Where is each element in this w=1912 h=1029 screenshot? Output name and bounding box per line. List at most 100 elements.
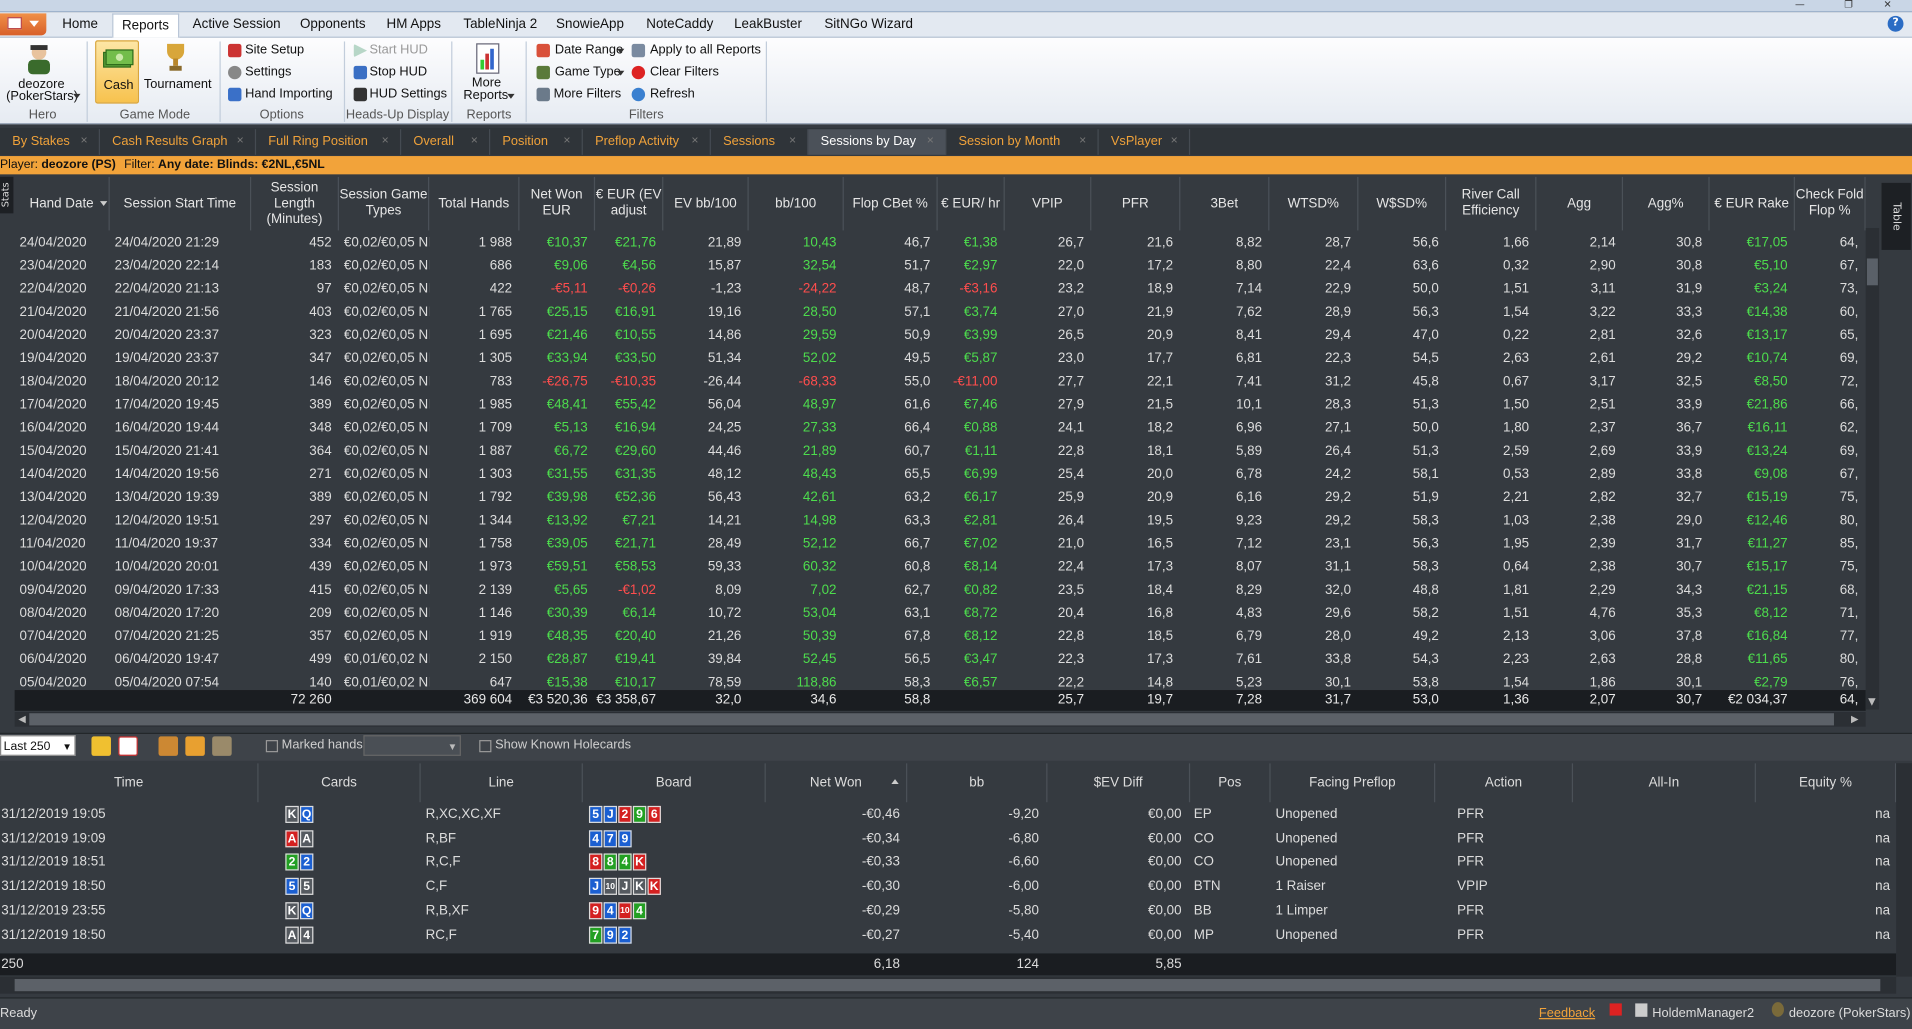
menu-tab-home[interactable]: Home: [54, 16, 107, 37]
hand-row[interactable]: 31/12/2019 18:50 5 5 C,F J 10 J K K -€0,30 -6,00 €0…: [0, 874, 1896, 898]
hands-header-5[interactable]: bb: [907, 763, 1048, 803]
hud-settings-button[interactable]: HUD Settings: [369, 87, 447, 102]
menu-tab-notecaddy[interactable]: NoteCaddy: [638, 16, 722, 37]
hands-header-4[interactable]: Net Won: [766, 763, 908, 803]
close-tab-icon[interactable]: ×: [80, 129, 87, 153]
close-tab-icon[interactable]: ×: [563, 129, 570, 153]
restore-icon[interactable]: ❐: [1833, 0, 1865, 11]
settings-button[interactable]: Settings: [245, 65, 291, 80]
date-range-button[interactable]: Date Range: [555, 43, 623, 58]
hands-header-11[interactable]: Equity %: [1756, 763, 1897, 803]
hero-avatar-icon[interactable]: [24, 43, 53, 75]
hands-header-2[interactable]: Line: [421, 763, 583, 803]
grid-header-8[interactable]: bb/100: [749, 176, 844, 231]
table-row[interactable]: 12/04/2020 12/04/2020 19:51 297 €0,02/€0,05…: [15, 510, 1866, 533]
trophy-icon[interactable]: [163, 41, 187, 73]
report-tab-session-by-month[interactable]: Session by Month ×: [946, 129, 1099, 155]
table-row[interactable]: 11/04/2020 11/04/2020 19:37 334 €0,02/€0,05…: [15, 533, 1866, 556]
report-tab-vsplayer[interactable]: VsPlayer ×: [1099, 129, 1191, 155]
close-tab-icon[interactable]: ×: [691, 129, 698, 153]
feedback-link[interactable]: Feedback: [1539, 1006, 1595, 1021]
apply-all-reports-button[interactable]: Apply to all Reports: [650, 43, 761, 58]
status-player[interactable]: deozore (PokerStars): [1789, 1006, 1911, 1021]
grid-header-19[interactable]: € EUR Rake: [1710, 176, 1795, 231]
grid-header-5[interactable]: Net Won EUR: [519, 176, 596, 231]
hand-row[interactable]: 31/12/2019 19:09 A A R,BF 4 7 9 -€0,34 -6,80 €0,0…: [0, 826, 1896, 850]
close-tab-icon[interactable]: ×: [789, 129, 796, 153]
refresh-button[interactable]: Refresh: [650, 87, 695, 102]
hero-site[interactable]: (PokerStars): [6, 89, 78, 104]
table-row[interactable]: 20/04/2020 20/04/2020 23:37 323 €0,02/€0,05…: [15, 324, 1866, 347]
scroll-left-icon[interactable]: ◀: [18, 713, 26, 724]
report-tab-position[interactable]: Position ×: [490, 129, 583, 155]
start-hud-button[interactable]: Start HUD: [369, 43, 427, 58]
grid-header-1[interactable]: Session Start Time: [110, 176, 252, 231]
sort-asc-icon[interactable]: [891, 779, 899, 784]
grid-header-2[interactable]: Session Length (Minutes): [251, 176, 339, 231]
hands-vertical-scrollbar[interactable]: [1896, 763, 1912, 977]
grid-view-icon[interactable]: [158, 736, 179, 756]
chart-view-icon[interactable]: [185, 736, 205, 756]
close-tab-icon[interactable]: ×: [471, 129, 478, 153]
stop-hud-button[interactable]: Stop HUD: [369, 65, 427, 80]
scroll-right-icon[interactable]: ▶: [1851, 713, 1859, 724]
rewind-icon[interactable]: [91, 736, 111, 756]
grid-vertical-scrollbar[interactable]: [1865, 227, 1880, 710]
table-row[interactable]: 14/04/2020 14/04/2020 19:56 271 €0,02/€0,05…: [15, 463, 1866, 486]
hands-header-0[interactable]: Time: [0, 763, 259, 803]
table-row[interactable]: 17/04/2020 17/04/2020 19:45 389 €0,02/€0,05…: [15, 394, 1866, 417]
menu-tab-opponents[interactable]: Opponents: [291, 16, 374, 37]
table-row[interactable]: 16/04/2020 16/04/2020 19:44 348 €0,02/€0,05…: [15, 417, 1866, 440]
close-tab-icon[interactable]: ×: [382, 129, 389, 153]
hand-row[interactable]: 31/12/2019 19:05 K Q R,XC,XC,XF 5 J 2 9 6 -€0,46 -…: [0, 802, 1896, 826]
table-row[interactable]: 24/04/2020 24/04/2020 21:29 452 €0,02/€0,05…: [15, 232, 1866, 255]
grid-header-3[interactable]: Session Game Types: [339, 176, 430, 231]
site-setup-button[interactable]: Site Setup: [245, 43, 304, 58]
table-row[interactable]: 08/04/2020 08/04/2020 17:20 209 €0,02/€0,05…: [15, 602, 1866, 625]
grid-header-18[interactable]: Agg%: [1623, 176, 1710, 231]
menu-tab-reports[interactable]: Reports: [112, 13, 179, 38]
table-row[interactable]: 07/04/2020 07/04/2020 21:25 357 €0,02/€0,05…: [15, 625, 1866, 648]
table-row[interactable]: 13/04/2020 13/04/2020 19:39 389 €0,02/€0,05…: [15, 486, 1866, 509]
clear-filters-button[interactable]: Clear Filters: [650, 65, 719, 80]
table-row[interactable]: 09/04/2020 09/04/2020 17:33 415 €0,02/€0,05…: [15, 579, 1866, 602]
table-row[interactable]: 10/04/2020 10/04/2020 20:01 439 €0,02/€0,05…: [15, 556, 1866, 579]
grid-header-14[interactable]: WTSD%: [1269, 176, 1359, 231]
table-row[interactable]: 23/04/2020 23/04/2020 22:14 183 €0,02/€0,05…: [15, 255, 1866, 278]
show-known-holecards-checkbox[interactable]: [479, 740, 492, 753]
table-row[interactable]: 21/04/2020 21/04/2020 21:56 403 €0,02/€0,05…: [15, 301, 1866, 324]
close-tab-icon[interactable]: ×: [1171, 129, 1178, 153]
hands-header-9[interactable]: Action: [1435, 763, 1574, 803]
stats-side-tab[interactable]: Stats: [0, 176, 14, 214]
trophy-filter-icon[interactable]: [212, 736, 232, 756]
grid-header-0[interactable]: Hand Date: [15, 176, 110, 231]
hand-row[interactable]: 31/12/2019 18:51 2 2 R,C,F 8 8 4 K -€0,33 -6,60 €0…: [0, 850, 1896, 874]
hand-row[interactable]: 31/12/2019 23:55 K Q R,B,XF 9 4 10 4 -€0,29 -5,80…: [0, 898, 1896, 922]
hands-header-6[interactable]: $EV Diff: [1047, 763, 1191, 803]
grid-header-13[interactable]: 3Bet: [1180, 176, 1270, 231]
marked-hands-select[interactable]: ▼: [363, 735, 461, 756]
report-tab-sessions-by-day[interactable]: Sessions by Day ×: [808, 129, 947, 155]
menu-tab-hm-apps[interactable]: HM Apps: [378, 16, 450, 37]
minimize-icon[interactable]: —: [1784, 0, 1816, 11]
menu-tab-tableninja[interactable]: TableNinja 2: [455, 16, 546, 37]
help-icon[interactable]: ?: [1887, 15, 1904, 32]
grid-horizontal-scroll-thumb[interactable]: [29, 713, 1834, 726]
more-filters-button[interactable]: More Filters: [554, 87, 622, 102]
grid-header-20[interactable]: Check Fold Flop %: [1795, 176, 1866, 231]
grid-vertical-scroll-thumb[interactable]: [1866, 258, 1878, 286]
grid-header-12[interactable]: PFR: [1091, 176, 1181, 231]
application-menu-button[interactable]: [0, 13, 47, 36]
grid-header-9[interactable]: Flop CBet %: [844, 176, 938, 231]
report-tab-full-ring-position[interactable]: Full Ring Position ×: [256, 129, 402, 155]
hands-horizontal-scroll-thumb[interactable]: [14, 979, 1881, 992]
sort-desc-icon[interactable]: [99, 201, 108, 207]
report-tab-cash-results-graph[interactable]: Cash Results Graph ×: [100, 129, 257, 155]
hands-header-7[interactable]: Pos: [1190, 763, 1271, 803]
table-side-tab[interactable]: Table: [1881, 182, 1911, 250]
report-tab-by-stakes[interactable]: By Stakes ×: [0, 129, 100, 155]
grid-header-16[interactable]: River Call Efficiency: [1446, 176, 1537, 231]
hand-importing-button[interactable]: Hand Importing: [245, 87, 333, 102]
replayer-icon[interactable]: [118, 736, 138, 756]
report-tab-preflop-activity[interactable]: Preflop Activity ×: [583, 129, 711, 155]
